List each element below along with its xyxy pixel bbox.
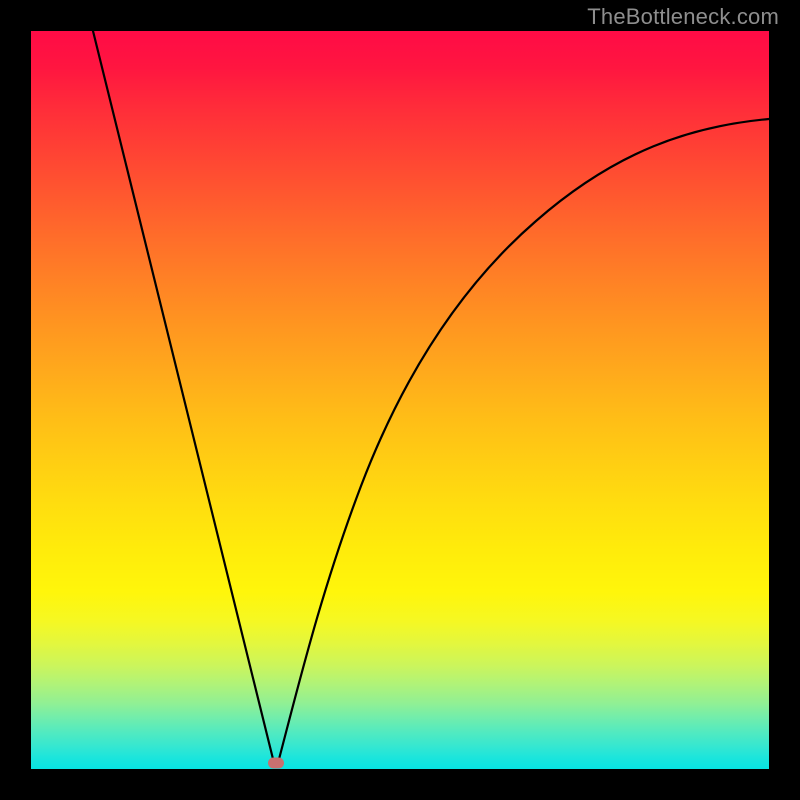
watermark-text: TheBottleneck.com bbox=[587, 4, 779, 30]
plot-area bbox=[31, 31, 769, 769]
chart-frame: TheBottleneck.com bbox=[0, 0, 800, 800]
curve-left-branch bbox=[93, 31, 274, 763]
bottleneck-curve bbox=[31, 31, 769, 769]
curve-right-branch bbox=[278, 119, 769, 763]
minimum-marker bbox=[268, 758, 284, 769]
